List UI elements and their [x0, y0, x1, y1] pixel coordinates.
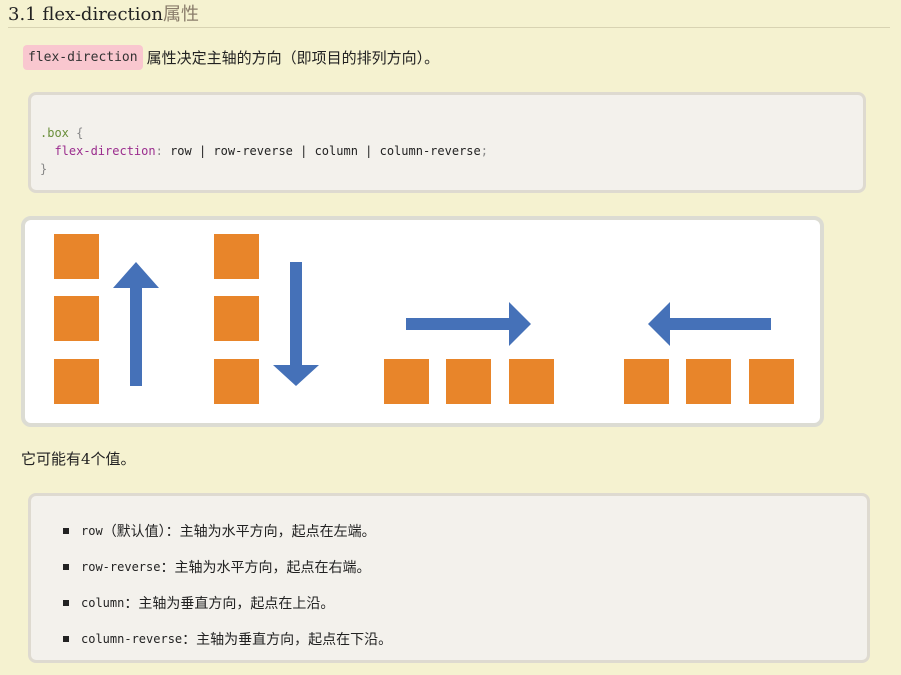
- value-desc: ：主轴为水平方向，起点在右端。: [160, 560, 371, 576]
- value-term: column: [81, 596, 125, 610]
- values-count-text: 它可能有4个值。: [21, 450, 136, 468]
- values-list: row （默认值）：主轴为水平方向，起点在左端。 row-reverse ：主轴为水…: [63, 513, 392, 657]
- list-item: row-reverse ：主轴为水平方向，起点在右端。: [63, 549, 392, 585]
- list-item: column ：主轴为垂直方向，起点在上沿。: [63, 585, 392, 621]
- flex-item-box: [214, 296, 259, 341]
- flex-item-box: [446, 359, 491, 404]
- arrow-down-icon: [273, 262, 319, 386]
- intro-paragraph: flex-direction 属性决定主轴的方向（即项目的排列方向）。: [23, 43, 439, 71]
- flex-item-box: [54, 296, 99, 341]
- code-open-brace: {: [76, 126, 84, 140]
- code-colon: :: [155, 144, 163, 158]
- heading-title: 3.1 flex-direction: [8, 4, 163, 25]
- bullet-icon: [63, 636, 69, 642]
- list-item: row （默认值）：主轴为水平方向，起点在左端。: [63, 513, 392, 549]
- flex-item-box: [54, 234, 99, 279]
- code-line-1: .box {: [40, 124, 863, 142]
- bullet-icon: [63, 564, 69, 570]
- code-property: flex-direction: [54, 144, 156, 158]
- flex-item-box: [54, 359, 99, 404]
- flex-item-box: [214, 234, 259, 279]
- value-desc: （默认值）：主轴为水平方向，起点在左端。: [102, 524, 376, 540]
- code-value: row | row-reverse | column | column-reve…: [170, 144, 481, 158]
- flex-item-box: [624, 359, 669, 404]
- values-list-box: row （默认值）：主轴为水平方向，起点在左端。 row-reverse ：主轴为水…: [28, 493, 870, 663]
- flex-item-box: [749, 359, 794, 404]
- flex-item-box: [509, 359, 554, 404]
- intro-text: 属性决定主轴的方向（即项目的排列方向）。: [146, 48, 440, 67]
- value-desc: ：主轴为垂直方向，起点在上沿。: [124, 596, 335, 612]
- diagram-canvas: [54, 234, 794, 404]
- heading-suffix: 属性: [162, 4, 199, 25]
- flex-item-box: [686, 359, 731, 404]
- value-term: row: [81, 524, 103, 538]
- value-desc: ：主轴为垂直方向，起点在下沿。: [182, 632, 393, 648]
- bullet-icon: [63, 528, 69, 534]
- code-selector: .box: [40, 126, 69, 140]
- list-item: column-reverse ：主轴为垂直方向，起点在下沿。: [63, 621, 392, 657]
- arrow-right-icon: [406, 302, 531, 346]
- code-semicolon: ;: [480, 144, 488, 158]
- inline-code: flex-direction: [23, 44, 143, 70]
- bullet-icon: [63, 600, 69, 606]
- flex-item-box: [214, 359, 259, 404]
- arrow-left-icon: [648, 302, 771, 346]
- flex-direction-diagram: [21, 216, 824, 427]
- code-close-brace: }: [40, 162, 48, 176]
- value-term: row-reverse: [81, 560, 161, 574]
- flex-item-box: [384, 359, 429, 404]
- code-block: .box { flex-direction: row | row-reverse…: [28, 92, 866, 193]
- arrow-up-icon: [113, 262, 159, 386]
- value-term: column-reverse: [81, 632, 183, 646]
- code-line-3: }: [40, 160, 863, 178]
- section-heading: 3.1 flex-direction属性: [8, 3, 890, 28]
- code-line-2: flex-direction: row | row-reverse | colu…: [40, 142, 863, 160]
